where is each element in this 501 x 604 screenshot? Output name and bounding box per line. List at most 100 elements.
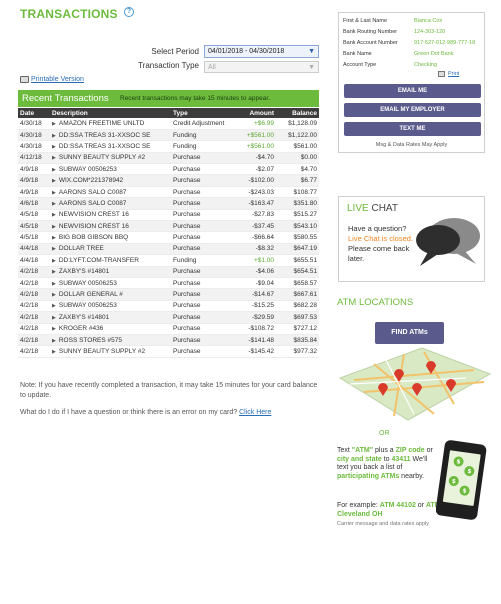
cell-type-text: Purchase [173,348,201,355]
sms-instructions: Text "ATM" plus a ZIP code or city and s… [337,447,437,481]
cell-description-text: WIX.COM*221378942 [58,177,124,185]
table-row[interactable]: 4/12/18 ▶ SUNNY BEAUTY SUPPLY #2 Purchase -$… [18,152,319,165]
expand-arrow-icon[interactable]: ▶ [52,224,56,230]
table-row[interactable]: 4/30/18 ▶ DD:SSA TREAS 31-XXSOC SE Funding +… [18,129,319,142]
cell-description: ▶ SUBWAY 00506253 [50,277,171,290]
cell-type-text: Purchase [173,165,201,173]
expand-arrow-icon[interactable]: ▶ [52,338,56,344]
printable-version-link[interactable]: Printable Version [31,76,84,83]
expand-arrow-icon[interactable]: ▶ [52,212,56,218]
cell-balance-text: $1,122.00 [288,131,317,139]
account-value: 124-303-120 [414,29,446,35]
find-atms-button[interactable]: FIND ATMs [375,322,444,344]
cell-type: Purchase [171,197,236,210]
expand-arrow-icon[interactable]: ▶ [52,121,56,127]
table-row[interactable]: 4/9/18 ▶ AARONS SALO C0087 Purchase -$243.03… [18,186,319,199]
table-row[interactable]: 4/6/18 ▶ AARONS SALO C0087 Purchase -$163.47… [18,197,319,210]
expand-arrow-icon[interactable]: ▶ [52,281,56,287]
cell-balance-text: $655.51 [293,256,318,264]
expand-arrow-icon[interactable]: ▶ [52,144,56,150]
expand-arrow-icon[interactable]: ▶ [52,326,56,332]
cell-amount: -$145.42 [236,345,276,358]
table-row[interactable]: 4/2/18 ▶ SUNNY BEAUTY SUPPLY #2 Purchase -$1… [18,345,319,358]
expand-arrow-icon[interactable]: ▶ [52,167,56,173]
account-print-link[interactable]: Print [448,71,459,77]
account-label: Account Type [343,62,377,68]
printer-icon[interactable] [20,76,29,83]
table-row[interactable]: 4/5/18 ▶ NEWVISION CREST 16 Purchase -$37.45… [18,220,319,233]
expand-arrow-icon[interactable]: ▶ [52,178,56,184]
cell-type-text: Purchase [173,291,201,299]
table-row[interactable]: 4/2/18 ▶ SUBWAY 00506253 Purchase -$15.25 $68… [18,300,319,313]
expand-arrow-icon[interactable]: ▶ [52,155,56,161]
click-here-link[interactable]: Click Here [239,409,271,416]
table-row[interactable]: 4/9/18 ▶ WIX.COM*221378942 Purchase -$102.00… [18,174,319,187]
cell-amount-text: -$2.07 [255,165,274,173]
sms-example-text: For example: [337,502,380,509]
cell-date: 4/2/18 [18,300,50,313]
cell-date-text: 4/2/18 [20,302,39,310]
cell-balance: $0.00 [276,152,319,165]
cell-description: ▶ DD:SSA TREAS 31-XXSOC SE [50,129,171,142]
table-row[interactable]: 4/4/18 ▶ DD:LYFT.COM-TRANSFER Funding +$1.00… [18,254,319,267]
expand-arrow-icon[interactable]: ▶ [52,258,56,264]
transactions-table: Date Description Type Amount Balance 4/3… [18,108,319,358]
help-icon[interactable]: ? [124,7,134,17]
cell-amount: +$6.99 [236,118,276,130]
expand-arrow-icon[interactable]: ▶ [52,246,56,252]
table-row[interactable]: 4/30/18 ▶ DD:SSA TREAS 31-XXSOC SE Funding +… [18,140,319,153]
table-row[interactable]: 4/2/18 ▶ DOLLAR GENERAL # Purchase -$14.67 $6… [18,288,319,301]
table-row[interactable]: 4/4/18 ▶ DOLLAR TREE Purchase -$8.32 $647.19 [18,243,319,256]
expand-arrow-icon[interactable]: ▶ [52,133,56,139]
sms-keyword: "ATM" [351,447,374,454]
cell-description: ▶ SUNNY BEAUTY SUPPLY #2 [50,152,171,165]
printer-icon[interactable] [438,71,445,77]
cell-amount-text: -$14.67 [251,291,274,299]
cell-balance-text: $654.51 [293,268,318,276]
table-row[interactable]: 4/30/18 ▶ AMAZON FREETIME UNLTD Credit Adju… [18,118,319,130]
period-select[interactable]: 04/01/2018 - 04/30/2018 ▼ [204,45,319,58]
chat-question: Have a question? [348,224,407,233]
table-row[interactable]: 4/2/18 ▶ ZAXBY'S #14801 Purchase -$4.06 $654.… [18,266,319,278]
cell-amount: -$66.64 [236,231,276,244]
expand-arrow-icon[interactable]: ▶ [52,235,56,241]
expand-arrow-icon[interactable]: ▶ [52,292,56,298]
text-me-button[interactable]: TEXT ME [344,122,481,136]
cell-description: ▶ SUNNY BEAUTY SUPPLY #2 [50,345,171,358]
expand-arrow-icon[interactable]: ▶ [52,349,56,355]
cell-description: ▶ WIX.COM*221378942 [50,174,171,187]
cell-amount: -$243.03 [236,186,276,199]
cell-description-text: SUBWAY 00506253 [58,279,117,287]
cell-description-text: AARONS SALO C0087 [58,199,127,207]
cell-date-text: 4/12/18 [20,154,42,162]
cell-amount: -$8.32 [236,243,276,256]
cell-type-text: Purchase [173,313,201,321]
cell-amount: -$4.70 [236,152,276,165]
cell-balance-text: $697.53 [293,313,318,321]
table-row[interactable]: 4/2/18 ▶ SUBWAY 00506253 Purchase -$9.04 $658… [18,277,319,290]
table-row[interactable]: 4/5/18 ▶ NEWVISION CREST 16 Purchase -$27.83… [18,209,319,222]
transaction-type-select[interactable]: All ▼ [204,61,319,73]
expand-arrow-icon[interactable]: ▶ [52,303,56,309]
live-chat-message: Have a question? Live Chat is closed. Pl… [348,224,414,264]
table-row[interactable]: 4/2/18 ▶ KROGER #436 Purchase -$108.72 $727.1… [18,323,319,335]
cell-balance: $667.61 [276,288,319,301]
expand-arrow-icon[interactable]: ▶ [52,315,56,321]
expand-arrow-icon[interactable]: ▶ [52,269,56,275]
expand-arrow-icon[interactable]: ▶ [52,190,56,196]
cell-type: Purchase [171,334,236,347]
cell-description: ▶ NEWVISION CREST 16 [50,220,171,233]
email-employer-button[interactable]: EMAIL MY EMPLOYER [344,103,481,117]
table-row[interactable]: 4/9/18 ▶ SUBWAY 00506253 Purchase -$2.07 $4.7… [18,163,319,176]
email-me-button[interactable]: EMAIL ME [344,84,481,98]
table-row[interactable]: 4/5/18 ▶ BIG BOB GIBSON BBQ Purchase -$66.64… [18,231,319,244]
cell-type: Purchase [171,163,236,176]
phone-icon: $$$$ [436,440,487,520]
table-row[interactable]: 4/2/18 ▶ ROSS STORES #575 Purchase -$141.48 $… [18,334,319,347]
table-row[interactable]: 4/2/18 ▶ ZAXBY'S #14801 Purchase -$29.59 $697… [18,311,319,324]
cell-date: 4/9/18 [18,163,50,176]
expand-arrow-icon[interactable]: ▶ [52,201,56,207]
cell-date: 4/2/18 [18,345,50,358]
column-header-description: Description [50,108,171,118]
chevron-down-icon: ▼ [308,64,315,71]
